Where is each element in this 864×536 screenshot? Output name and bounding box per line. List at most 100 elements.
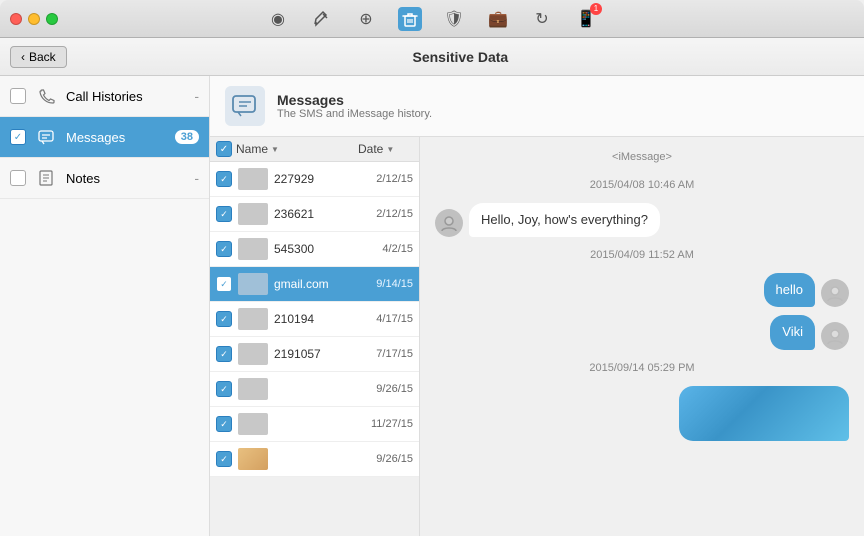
phone-icon[interactable]: 📱 1 bbox=[574, 7, 598, 31]
row-name: 236621 bbox=[274, 207, 362, 221]
date-sort-arrow[interactable]: ▼ bbox=[386, 145, 394, 154]
column-date: Date ▼ bbox=[358, 142, 413, 156]
row-date: 9/14/15 bbox=[368, 278, 413, 290]
row-date: 4/2/15 bbox=[368, 243, 413, 255]
list-item[interactable]: ✓ 9/26/15 bbox=[210, 442, 419, 477]
row-date: 4/17/15 bbox=[368, 313, 413, 325]
compass-icon[interactable]: ◉ bbox=[266, 7, 290, 31]
notes-label: Notes bbox=[66, 171, 186, 186]
row-checkbox[interactable]: ✓ bbox=[216, 346, 232, 362]
name-sort-arrow[interactable]: ▼ bbox=[271, 145, 279, 154]
trash-icon[interactable] bbox=[398, 7, 422, 31]
window-controls bbox=[10, 13, 58, 25]
timestamp-3: 2015/09/14 05:29 PM bbox=[435, 362, 849, 374]
list-item[interactable]: ✓ 2191057 7/17/15 bbox=[210, 337, 419, 372]
messages-checkbox[interactable]: ✓ bbox=[10, 129, 26, 145]
list-item[interactable]: ✓ 545300 4/2/15 bbox=[210, 232, 419, 267]
notes-dash: - bbox=[194, 170, 199, 186]
call-histories-icon bbox=[34, 84, 58, 108]
row-checkbox[interactable]: ✓ bbox=[216, 241, 232, 257]
broom-icon[interactable] bbox=[310, 7, 334, 31]
row-checkbox[interactable]: ✓ bbox=[216, 416, 232, 432]
call-histories-dash: - bbox=[194, 88, 199, 104]
row-thumbnail bbox=[238, 168, 268, 190]
row-thumbnail bbox=[238, 308, 268, 330]
sidebar-item-call-histories[interactable]: Call Histories - bbox=[0, 76, 209, 117]
imessage-label: <iMessage> bbox=[435, 151, 849, 163]
back-chevron-icon: ‹ bbox=[21, 50, 25, 64]
message-row: Viki bbox=[435, 315, 849, 349]
call-histories-label: Call Histories bbox=[66, 89, 186, 104]
sidebar-item-messages[interactable]: ✓ Messages 38 bbox=[0, 117, 209, 158]
close-button[interactable] bbox=[10, 13, 22, 25]
select-all-checkbox[interactable]: ✓ bbox=[216, 141, 232, 157]
content-header: Messages The SMS and iMessage history. bbox=[210, 76, 864, 137]
row-date: 2/12/15 bbox=[368, 208, 413, 220]
list-item[interactable]: ✓ 11/27/15 bbox=[210, 407, 419, 442]
notes-checkbox[interactable] bbox=[10, 170, 26, 186]
detail-panel: <iMessage> 2015/04/08 10:46 AM Hello, Jo… bbox=[420, 137, 864, 536]
row-thumbnail bbox=[238, 203, 268, 225]
notes-icon bbox=[34, 166, 58, 190]
receiver-avatar bbox=[821, 279, 849, 307]
row-checkbox[interactable]: ✓ bbox=[216, 381, 232, 397]
minimize-button[interactable] bbox=[28, 13, 40, 25]
message-row: hello bbox=[435, 273, 849, 307]
row-date: 7/17/15 bbox=[368, 348, 413, 360]
list-panel: ✓ Name ▼ Date ▼ ✓ 227929 bbox=[210, 137, 420, 536]
toolbar: ◉ ⊕ 🛡 💼 ↻ 📱 1 bbox=[266, 7, 598, 31]
list-detail: ✓ Name ▼ Date ▼ ✓ 227929 bbox=[210, 137, 864, 536]
content-header-icon bbox=[225, 86, 265, 126]
content-area: Messages The SMS and iMessage history. ✓… bbox=[210, 76, 864, 536]
sidebar: Call Histories - ✓ Messages 38 bbox=[0, 76, 210, 536]
notification-badge: 1 bbox=[590, 3, 602, 15]
message-image-bubble bbox=[679, 386, 849, 441]
row-name: 545300 bbox=[274, 242, 362, 256]
list-item[interactable]: ✓ 227929 2/12/15 bbox=[210, 162, 419, 197]
row-checkbox[interactable]: ✓ bbox=[216, 276, 232, 292]
sidebar-item-notes[interactable]: Notes - bbox=[0, 158, 209, 199]
messages-badge: 38 bbox=[175, 130, 199, 144]
row-checkbox[interactable]: ✓ bbox=[216, 171, 232, 187]
main-content: Call Histories - ✓ Messages 38 bbox=[0, 76, 864, 536]
list-item[interactable]: ✓ gmail.com 9/14/15 bbox=[210, 267, 419, 302]
row-thumbnail bbox=[238, 273, 268, 295]
message-row bbox=[435, 386, 849, 441]
back-label: Back bbox=[29, 50, 56, 64]
column-name: Name ▼ bbox=[236, 142, 354, 156]
row-thumbnail bbox=[238, 448, 268, 470]
sync-icon[interactable]: ↻ bbox=[530, 7, 554, 31]
content-title: Messages bbox=[277, 92, 432, 108]
sender-avatar bbox=[435, 209, 463, 237]
row-name: gmail.com bbox=[274, 277, 362, 291]
row-checkbox[interactable]: ✓ bbox=[216, 311, 232, 327]
back-button[interactable]: ‹ Back bbox=[10, 46, 67, 68]
row-date: 9/26/15 bbox=[368, 453, 413, 465]
globe-icon[interactable]: ⊕ bbox=[354, 7, 378, 31]
row-thumbnail bbox=[238, 238, 268, 260]
message-row: Hello, Joy, how's everything? bbox=[435, 203, 849, 237]
row-checkbox[interactable]: ✓ bbox=[216, 451, 232, 467]
row-thumbnail bbox=[238, 378, 268, 400]
row-checkbox[interactable]: ✓ bbox=[216, 206, 232, 222]
timestamp-2: 2015/04/09 11:52 AM bbox=[435, 249, 849, 261]
row-name: 2191057 bbox=[274, 347, 362, 361]
list-item[interactable]: ✓ 9/26/15 bbox=[210, 372, 419, 407]
page-title: Sensitive Data bbox=[67, 49, 854, 65]
subtoolbar: ‹ Back Sensitive Data bbox=[0, 38, 864, 76]
messages-label: Messages bbox=[66, 130, 167, 145]
row-date: 2/12/15 bbox=[368, 173, 413, 185]
briefcase-icon[interactable]: 💼 bbox=[486, 7, 510, 31]
maximize-button[interactable] bbox=[46, 13, 58, 25]
list-item[interactable]: ✓ 210194 4/17/15 bbox=[210, 302, 419, 337]
shield-icon[interactable]: 🛡 bbox=[442, 7, 466, 31]
call-histories-checkbox[interactable] bbox=[10, 88, 26, 104]
row-date: 9/26/15 bbox=[368, 383, 413, 395]
content-subtitle: The SMS and iMessage history. bbox=[277, 108, 432, 120]
list-header: ✓ Name ▼ Date ▼ bbox=[210, 137, 419, 162]
message-bubble: hello bbox=[764, 273, 815, 307]
message-bubble: Hello, Joy, how's everything? bbox=[469, 203, 660, 237]
list-item[interactable]: ✓ 236621 2/12/15 bbox=[210, 197, 419, 232]
messages-icon bbox=[34, 125, 58, 149]
row-date: 11/27/15 bbox=[368, 418, 413, 430]
